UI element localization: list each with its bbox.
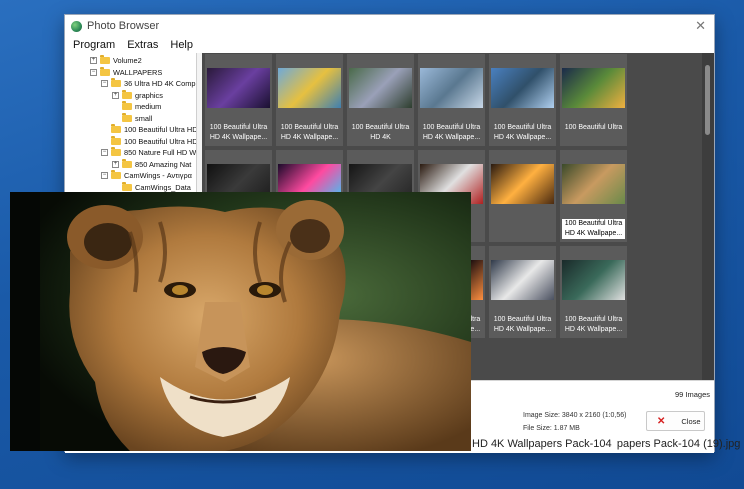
tree-item[interactable]: medium [112,101,161,112]
folder-icon [111,147,121,156]
window-close-icon[interactable]: ✕ [695,18,706,34]
thumbnail-caption: 100 Beautiful Ultra HD 4K Wallpape... [422,124,481,141]
thumbnail-item[interactable]: 100 Beautiful Ultra HD 4K Wallpape... [489,54,556,146]
folder-icon [122,181,132,191]
tree-item[interactable]: 100 Beautiful Ultra HD [101,135,197,147]
filename-overlay: HD 4K Wallpapers Pack-104 papers Pack-10… [472,438,741,450]
tree-expander-icon[interactable]: + [112,91,119,99]
tree-item[interactable]: CamWings_Data [112,181,191,193]
thumbnail-caption: 100 Beautiful Ultra [564,124,623,131]
thumbnail-item[interactable]: 100 Beautiful Ultra [560,54,627,146]
tree-expander-icon[interactable]: − [101,80,108,87]
image-preview [10,192,471,451]
app-icon [71,20,82,32]
thumbnail-caption: 100 Beautiful Ultra HD 4K Wallpape... [493,124,552,141]
tree-item-label: CamWings_Data [135,182,191,192]
thumbnail-item[interactable]: 100 Beautiful Ultra HD 4K Wallpape... [560,246,627,338]
menu-program[interactable]: Program [73,39,115,51]
menu-bar: Program Extras Help [65,37,714,53]
thumbnail-image [278,68,341,108]
tree-item[interactable]: + Volume2 [90,55,142,66]
tree-item[interactable]: + graphics [112,89,163,101]
folder-icon [122,89,132,99]
tree-item[interactable]: − WALLPAPERS [90,66,163,78]
thumbnail-image [349,68,412,108]
thumbnail-caption: 100 Beautiful Ultra HD 4K Wallpape... [562,219,625,239]
folder-icon [111,78,121,87]
thumbnail-item[interactable]: 100 Beautiful Ultra HD 4K Wallpape... [276,54,343,146]
thumbnail-item[interactable]: 100 Beautiful Ultra HD 4K Wallpape... [418,54,485,146]
thumbnail-item[interactable]: 100 Beautiful Ultra HD 4K Wallpapers... [347,54,414,146]
close-button-label: Close [681,416,701,426]
thumbnail-item[interactable]: 100 Beautiful Ultra HD 4K Wallpape... [205,54,272,146]
image-size-label: Image Size: 3840 x 2160 (1:0,56) [523,412,627,419]
thumbnail-item[interactable] [489,150,556,242]
thumbnail-image [420,68,483,108]
folder-icon [122,101,132,110]
thumbnail-image [207,68,270,108]
tree-item-label: medium [135,102,162,111]
lioness-photo-icon [10,192,471,451]
grid-scrollbar[interactable] [702,53,714,380]
close-button[interactable]: ✕ Close [646,411,705,431]
tree-item-label: 850 Nature Full HD W [124,148,197,157]
window-title: Photo Browser [87,20,160,32]
thumbnail-caption: 100 Beautiful Ultra HD 4K Wallpape... [493,316,552,333]
tree-item-label: WALLPAPERS [113,67,163,77]
thumbnail-caption: 100 Beautiful Ultra HD 4K Wallpape... [280,124,339,141]
tree-expander-icon[interactable]: − [101,172,108,179]
file-size-label: File Size: 1.87 MB [523,425,580,432]
tree-item[interactable]: small [112,112,153,124]
title-bar[interactable]: Photo Browser ✕ [65,15,714,37]
thumbnail-item[interactable]: 100 Beautiful Ultra HD 4K Wallpape... [489,246,556,338]
tree-item-label: 850 Amazing Nat [135,159,192,169]
tree-item-label: small [135,113,153,123]
tree-item-label: 100 Beautiful Ultra HD [124,136,197,146]
tree-expander-icon[interactable]: − [101,149,108,156]
thumbnail-caption: 100 Beautiful Ultra HD 4K Wallpapers... [351,124,410,141]
menu-help[interactable]: Help [170,39,193,51]
folder-icon [100,55,110,64]
folder-icon [100,66,110,76]
tree-expander-icon[interactable]: + [90,57,97,64]
menu-extras[interactable]: Extras [127,39,158,51]
thumbnail-caption: 100 Beautiful Ultra HD 4K Wallpape... [209,124,268,141]
tree-item[interactable]: − 850 Nature Full HD W [101,147,196,158]
thumbnail-image [491,260,554,300]
folder-icon [122,112,132,122]
thumbnail-item[interactable]: 100 Beautiful Ultra HD 4K Wallpape... [560,150,627,242]
folder-icon [122,158,132,168]
tree-item[interactable]: − 36 Ultra HD 4K Comp [101,78,195,89]
tree-item-label: graphics [135,90,163,100]
image-count: 99 Images [674,390,710,399]
folder-icon [111,135,121,145]
tree-item-label: CamWings - Αντιγρα [124,171,192,180]
thumbnail-image [562,164,625,204]
tree-expander-icon[interactable]: − [90,68,97,76]
tree-item-label: 36 Ultra HD 4K Comp [124,79,196,88]
close-icon: ✕ [657,415,666,427]
tree-item-label: Volume2 [113,56,142,65]
thumbnail-image [491,68,554,108]
thumbnail-image [562,68,625,108]
scroll-thumb[interactable] [705,65,710,135]
tree-item-label: 100 Beautiful Ultra HD [124,125,197,134]
thumbnail-image [491,164,554,204]
folder-icon [111,170,121,179]
thumbnail-image [562,260,625,300]
folder-icon [111,124,121,133]
thumbnail-caption: 100 Beautiful Ultra HD 4K Wallpape... [564,316,623,333]
tree-expander-icon[interactable]: + [112,160,119,168]
tree-item[interactable]: 100 Beautiful Ultra HD [101,124,197,135]
tree-item[interactable]: +850 Amazing Nat [112,158,192,170]
tree-item[interactable]: − CamWings - Αντιγρα [101,170,192,181]
